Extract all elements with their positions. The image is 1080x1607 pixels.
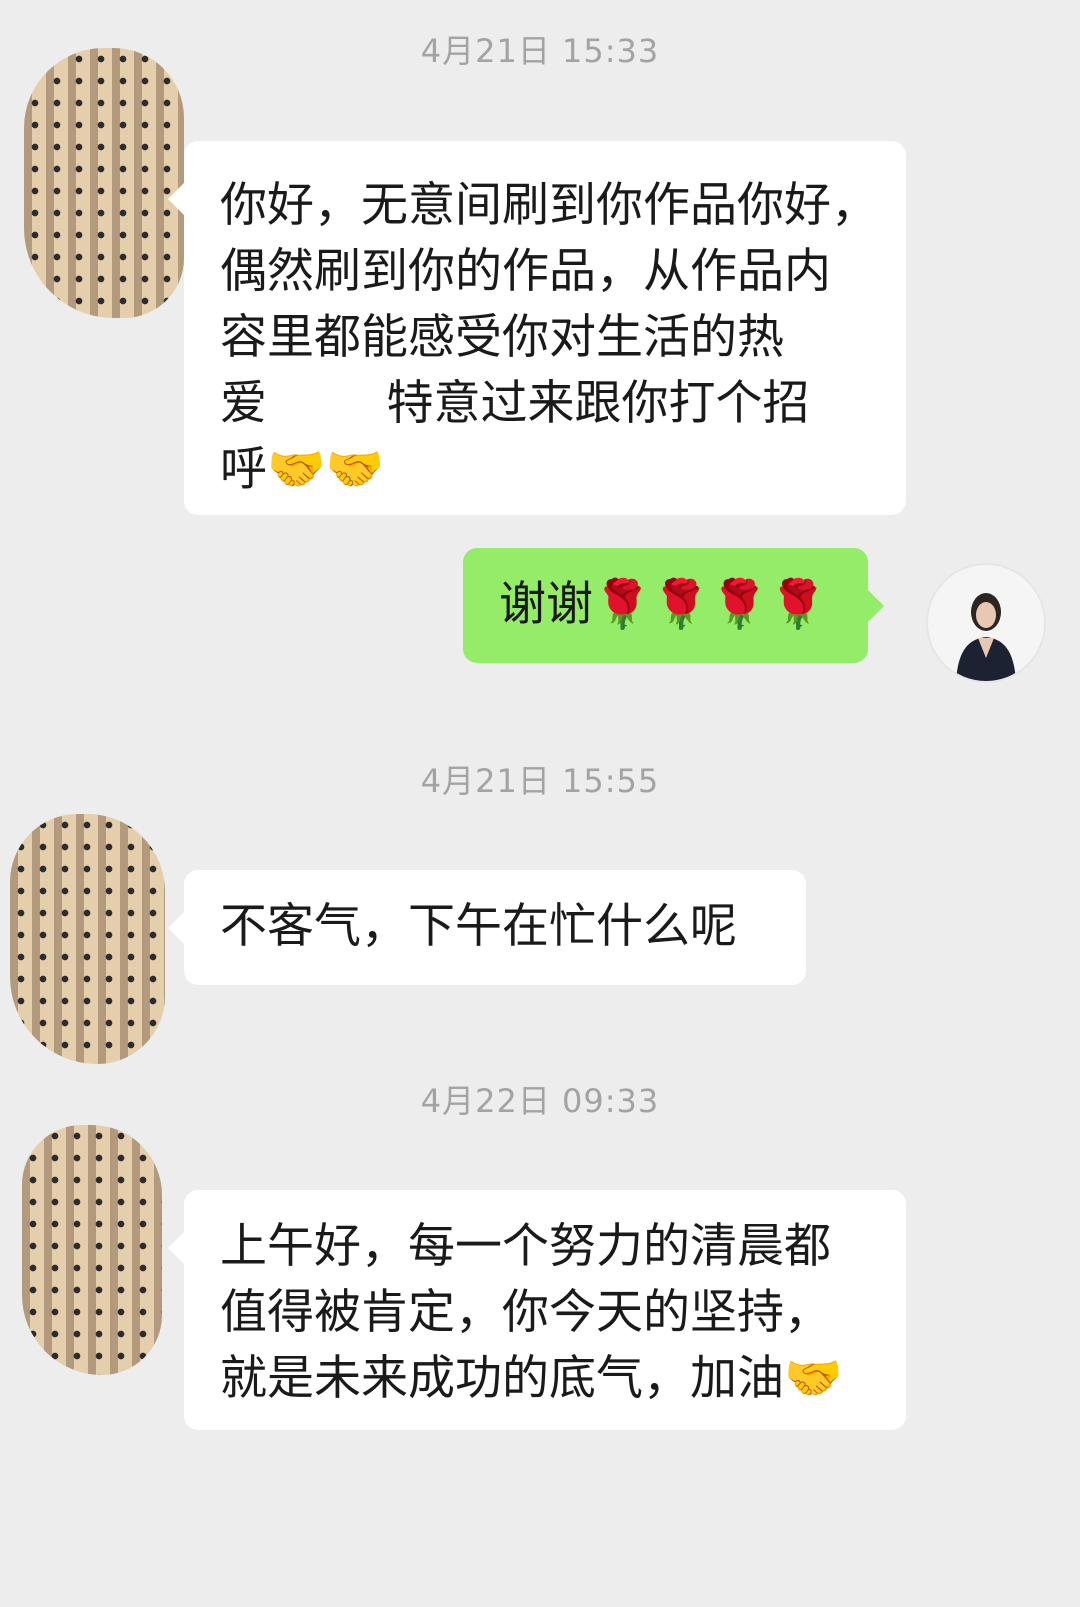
timestamp: 4月21日 15:33 xyxy=(420,32,660,70)
self-avatar[interactable] xyxy=(926,563,1046,683)
message-text-line: 就是未来成功的底气，加油🤝 xyxy=(220,1351,843,1406)
message-text-line: 值得被肯定，你今天的坚持， xyxy=(220,1285,831,1340)
timestamp: 4月22日 09:33 xyxy=(420,1082,660,1120)
message-bubble-received[interactable]: 你好，无意间刷到你作品你好， 偶然刷到你的作品，从作品内 容里都能感受你对生活的… xyxy=(168,141,906,515)
contact-avatar-blurred[interactable] xyxy=(24,48,184,318)
message-text-line: 爱 特意过来跟你打个招 xyxy=(220,376,810,431)
message-text-line: 上午好，每一个努力的清晨都 xyxy=(220,1219,831,1274)
message-text-line: 呼🤝🤝 xyxy=(220,442,385,497)
contact-avatar-blurred[interactable] xyxy=(10,814,165,1064)
message-text-line: 不客气，下午在忙什么呢 xyxy=(220,899,737,954)
message-bubble-received[interactable]: 上午好，每一个努力的清晨都 值得被肯定，你今天的坚持， 就是未来成功的底气，加油… xyxy=(168,1190,906,1430)
message-text-line: 你好，无意间刷到你作品你好， xyxy=(220,178,878,233)
avatar-portrait-icon xyxy=(928,565,1044,681)
contact-avatar-blurred[interactable] xyxy=(22,1125,162,1375)
message-bubble-received[interactable]: 不客气，下午在忙什么呢 xyxy=(168,870,806,985)
message-text-line: 容里都能感受你对生活的热 xyxy=(220,310,784,365)
message-text-line: 偶然刷到你的作品，从作品内 xyxy=(220,244,831,299)
message-text-line: 谢谢🌹🌹🌹🌹 xyxy=(499,577,828,632)
chat-window: 4月21日 15:33 你好，无意间刷到你作品你好， 偶然刷到你的作品，从作品内… xyxy=(0,0,1080,1607)
message-bubble-sent[interactable]: 谢谢🌹🌹🌹🌹 xyxy=(463,548,884,663)
timestamp: 4月21日 15:55 xyxy=(420,762,660,800)
